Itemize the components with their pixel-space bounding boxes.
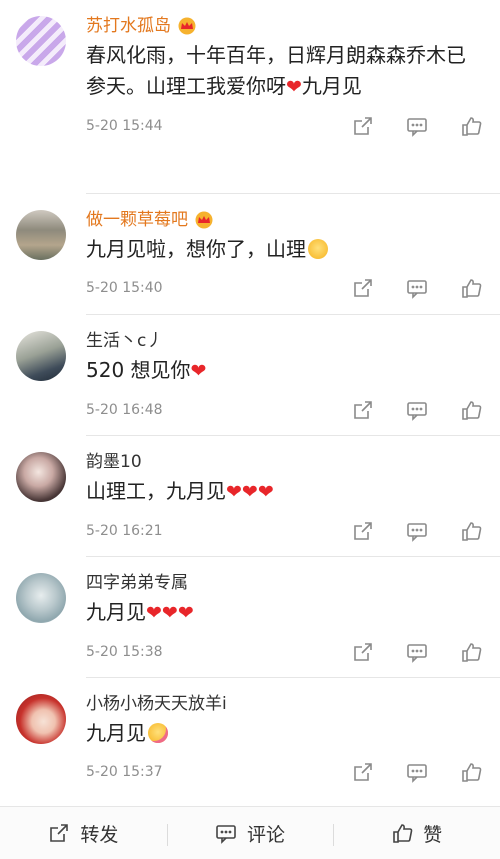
avatar[interactable] bbox=[16, 210, 66, 260]
comment-meta: 5-20 15:40 bbox=[86, 265, 484, 311]
avatar[interactable] bbox=[16, 452, 66, 502]
comment-meta: 5-20 16:48 bbox=[86, 387, 484, 433]
heart-emoji: ❤ bbox=[190, 360, 207, 382]
comment-item: 小杨小杨天天放羊i 九月见 5-20 15:37 bbox=[0, 678, 500, 799]
reply-icon[interactable] bbox=[406, 277, 428, 299]
username-link[interactable]: 四字弟弟专属 bbox=[86, 571, 484, 595]
comment-text: 春风化雨，十年百年，日辉月朗森森乔木已参天。山理工我爱你呀❤九月见 bbox=[86, 43, 466, 98]
heart-emoji: ❤❤❤ bbox=[226, 481, 274, 503]
avatar[interactable] bbox=[16, 694, 66, 744]
timestamp: 5-20 16:48 bbox=[86, 402, 163, 418]
share-icon[interactable] bbox=[352, 641, 374, 663]
repost-label: 转发 bbox=[80, 823, 119, 846]
comment-actions bbox=[352, 277, 482, 299]
share-icon bbox=[50, 824, 69, 842]
share-icon[interactable] bbox=[352, 277, 374, 299]
comment-item: 四字弟弟专属 九月见❤❤❤ 5-20 15:38 bbox=[0, 557, 500, 678]
comment-meta: 5-20 15:44 bbox=[86, 103, 484, 149]
comment-actions bbox=[352, 641, 482, 663]
username[interactable]: 四字弟弟专属 bbox=[86, 571, 188, 595]
crown-icon bbox=[194, 211, 214, 229]
comment-actions bbox=[352, 115, 482, 137]
comment-text: 520 想见你❤ bbox=[86, 358, 207, 382]
reply-icon[interactable] bbox=[406, 761, 428, 783]
avatar[interactable] bbox=[16, 331, 66, 381]
reply-icon[interactable] bbox=[406, 115, 428, 137]
comment-actions bbox=[352, 761, 482, 783]
repost-button[interactable]: 转发 bbox=[0, 820, 167, 847]
like-button[interactable]: 赞 bbox=[333, 820, 500, 847]
username[interactable]: 韵墨10 bbox=[86, 450, 142, 474]
comment-button[interactable]: 评论 bbox=[166, 820, 334, 847]
username-link[interactable]: 苏打水孤岛 bbox=[86, 14, 484, 38]
timestamp: 5-20 15:44 bbox=[86, 118, 163, 134]
heart-emoji: ❤❤❤ bbox=[146, 602, 194, 624]
reply-icon[interactable] bbox=[406, 641, 428, 663]
avatar[interactable] bbox=[16, 573, 66, 623]
username[interactable]: 小杨小杨天天放羊i bbox=[86, 692, 227, 716]
share-icon[interactable] bbox=[352, 399, 374, 421]
reply-icon[interactable] bbox=[406, 520, 428, 542]
thumbs-up-icon[interactable] bbox=[460, 399, 482, 421]
comment-item: 做一颗草莓吧 九月见啦，想你了，山理 5-20 15:40 bbox=[0, 194, 500, 315]
username[interactable]: 做一颗草莓吧 bbox=[86, 208, 188, 232]
reply-icon bbox=[216, 825, 236, 844]
avatar[interactable] bbox=[16, 16, 66, 66]
heart-emoji: ❤ bbox=[286, 76, 302, 98]
reply-icon[interactable] bbox=[406, 399, 428, 421]
username-link[interactable]: 小杨小杨天天放羊i bbox=[86, 692, 484, 716]
yum-emoji bbox=[148, 723, 168, 743]
comment-body: 韵墨10 山理工，九月见❤❤❤ 5-20 16:21 bbox=[86, 450, 500, 557]
comment-item: 生活丶c丿 520 想见你❤ 5-20 16:48 bbox=[0, 315, 500, 436]
share-icon[interactable] bbox=[352, 520, 374, 542]
thumbs-up-icon[interactable] bbox=[460, 641, 482, 663]
username-link[interactable]: 韵墨10 bbox=[86, 450, 484, 474]
comment-label: 评论 bbox=[247, 823, 286, 846]
comment-body: 做一颗草莓吧 九月见啦，想你了，山理 5-20 15:40 bbox=[86, 208, 500, 315]
comment-body: 小杨小杨天天放羊i 九月见 5-20 15:37 bbox=[86, 692, 500, 799]
bottom-action-bar: 转发 评论 赞 bbox=[0, 806, 500, 859]
comment-meta: 5-20 15:38 bbox=[86, 629, 484, 675]
timestamp: 5-20 15:37 bbox=[86, 764, 163, 780]
thumbs-up-icon[interactable] bbox=[460, 115, 482, 137]
comment-text: 九月见啦，想你了，山理 bbox=[86, 234, 484, 265]
comment-actions bbox=[352, 520, 482, 542]
crown-icon bbox=[177, 17, 197, 35]
comment-actions bbox=[352, 399, 482, 421]
like-label: 赞 bbox=[423, 823, 443, 846]
comment-list: 苏打水孤岛 春风化雨，十年百年，日辉月朗森森乔木已参天。山理工我爱你呀❤九月见 … bbox=[0, 0, 500, 799]
comment-meta: 5-20 15:37 bbox=[86, 749, 484, 795]
timestamp: 5-20 15:38 bbox=[86, 644, 163, 660]
comment-body: 苏打水孤岛 春风化雨，十年百年，日辉月朗森森乔木已参天。山理工我爱你呀❤九月见 … bbox=[86, 14, 500, 194]
timestamp: 5-20 16:21 bbox=[86, 523, 163, 539]
comment-text: 山理工，九月见❤❤❤ bbox=[86, 479, 274, 503]
thumbs-up-icon[interactable] bbox=[460, 520, 482, 542]
comment-text: 九月见 bbox=[86, 718, 484, 749]
comment-meta: 5-20 16:21 bbox=[86, 508, 484, 554]
username[interactable]: 生活丶c丿 bbox=[86, 329, 163, 353]
username[interactable]: 苏打水孤岛 bbox=[86, 14, 171, 38]
comment-text: 九月见❤❤❤ bbox=[86, 600, 194, 624]
share-icon[interactable] bbox=[352, 115, 374, 137]
share-icon[interactable] bbox=[352, 761, 374, 783]
comment-body: 生活丶c丿 520 想见你❤ 5-20 16:48 bbox=[86, 329, 500, 436]
thumbs-up-icon[interactable] bbox=[460, 761, 482, 783]
username-link[interactable]: 做一颗草莓吧 bbox=[86, 208, 484, 232]
comment-item: 韵墨10 山理工，九月见❤❤❤ 5-20 16:21 bbox=[0, 436, 500, 557]
smile-emoji bbox=[308, 239, 328, 259]
thumbs-up-icon bbox=[393, 824, 413, 843]
timestamp: 5-20 15:40 bbox=[86, 280, 163, 296]
username-link[interactable]: 生活丶c丿 bbox=[86, 329, 484, 353]
comment-body: 四字弟弟专属 九月见❤❤❤ 5-20 15:38 bbox=[86, 571, 500, 678]
thumbs-up-icon[interactable] bbox=[460, 277, 482, 299]
comment-item: 苏打水孤岛 春风化雨，十年百年，日辉月朗森森乔木已参天。山理工我爱你呀❤九月见 … bbox=[0, 0, 500, 194]
